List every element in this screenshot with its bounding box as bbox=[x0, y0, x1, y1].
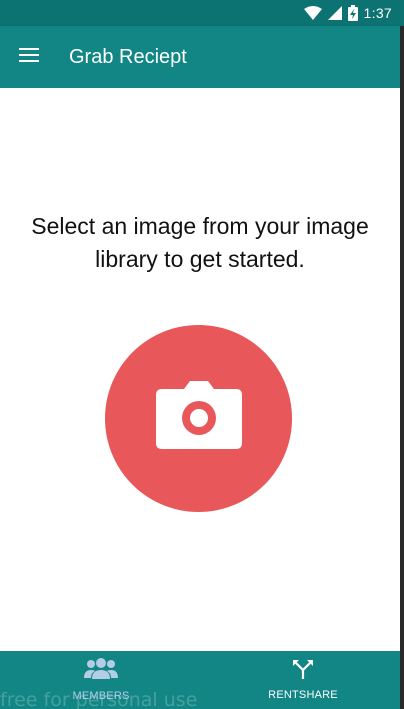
wifi-icon bbox=[303, 6, 322, 20]
nav-members[interactable]: MEMBERS bbox=[0, 651, 202, 709]
camera-icon bbox=[154, 381, 244, 456]
status-bar: 1:37 bbox=[0, 0, 404, 26]
screen-edge bbox=[400, 26, 404, 709]
empty-state-prompt: Select an image from your image library … bbox=[31, 213, 369, 272]
nav-rentshare[interactable]: RENTSHARE bbox=[202, 651, 404, 709]
status-time: 1:37 bbox=[363, 5, 392, 21]
group-icon bbox=[83, 658, 119, 685]
hamburger-menu-icon bbox=[19, 47, 39, 68]
battery-charging-icon bbox=[347, 5, 358, 21]
menu-button[interactable] bbox=[0, 26, 58, 88]
nav-members-label: MEMBERS bbox=[72, 690, 130, 702]
select-image-button[interactable] bbox=[105, 325, 292, 512]
nav-rentshare-label: RENTSHARE bbox=[268, 689, 338, 701]
call-split-icon bbox=[293, 659, 313, 684]
app-title: Grab Reciept bbox=[69, 45, 187, 68]
app-bar: Grab Reciept bbox=[0, 26, 404, 88]
main-content: Select an image from your image library … bbox=[0, 88, 404, 651]
cell-signal-icon bbox=[327, 6, 342, 20]
bottom-navigation: MEMBERS RENTSHARE bbox=[0, 651, 404, 709]
